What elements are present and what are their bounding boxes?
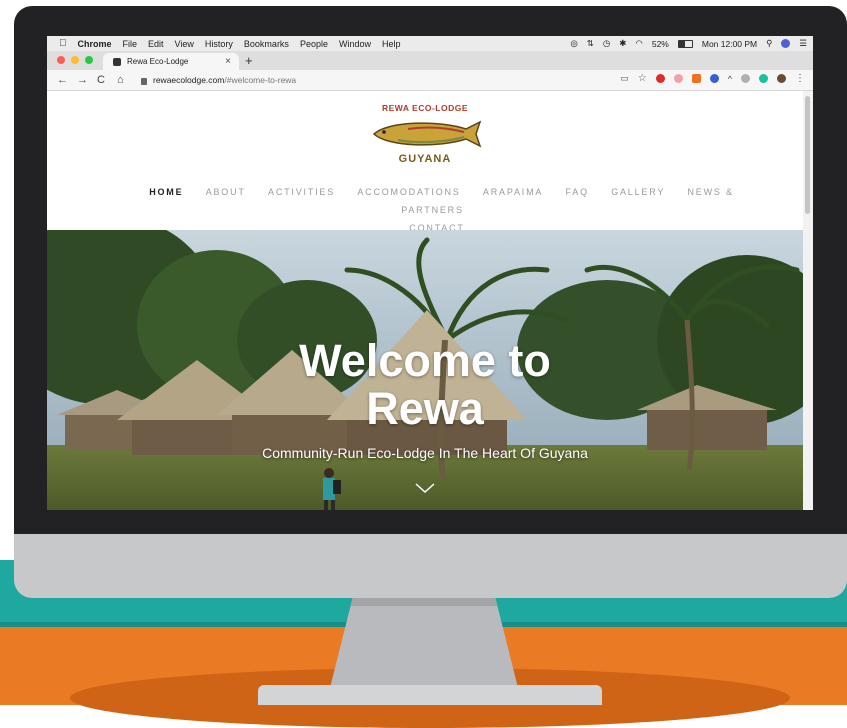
menubar-item-bookmarks[interactable]: Bookmarks [244, 39, 289, 49]
menubar-clock[interactable]: Mon 12:00 PM [702, 39, 757, 49]
time-machine-icon[interactable]: ◷ [603, 38, 610, 49]
menu-kebab-icon[interactable]: ⋮ [795, 73, 805, 84]
gray-extension-icon[interactable] [741, 74, 750, 83]
apple-icon[interactable]:  [59, 38, 67, 49]
battery-percentage: 52% [651, 38, 669, 49]
pinterest-extension-icon[interactable] [655, 74, 665, 83]
monitor-screen:  Chrome File Edit View History Bookmark… [47, 36, 813, 510]
hero-title-line2: Rewa [366, 383, 484, 434]
home-button[interactable]: ⌂ [117, 72, 124, 88]
hero-section: Welcome to Rewa Community-Run Eco-Lodge … [47, 230, 803, 510]
menubar-app-name[interactable]: Chrome [78, 39, 112, 49]
bluetooth-icon[interactable]: ✱ [619, 38, 626, 49]
monitor-stand-shade [350, 598, 498, 606]
blue-extension-icon[interactable] [709, 74, 719, 83]
menubar-item-people[interactable]: People [300, 39, 328, 49]
window-minimize-button[interactable] [71, 56, 79, 64]
nav-item-arapaima[interactable]: ARAPAIMA [483, 187, 543, 197]
hero-subtitle: Community-Run Eco-Lodge In The Heart Of … [262, 445, 588, 461]
dots-extension-icon[interactable] [673, 74, 683, 83]
nav-item-activities[interactable]: ACTIVITIES [268, 187, 335, 197]
nav-item-accomodations[interactable]: ACCOMODATIONS [357, 187, 460, 197]
notification-center-icon[interactable]: ☰ [799, 38, 807, 49]
browser-toolbar: ← → C ⌂ rewaecolodge.com /#welcome-to-re… [47, 70, 813, 91]
logo-bottom-text: GUYANA [398, 153, 452, 165]
cast-icon[interactable]: ▭ [620, 73, 629, 84]
siri-icon[interactable] [781, 39, 791, 48]
url-host: rewaecolodge.com [153, 75, 225, 85]
tab-close-icon[interactable]: × [225, 56, 231, 67]
nav-item-gallery[interactable]: GALLERY [611, 187, 665, 197]
back-button[interactable]: ← [57, 72, 68, 88]
nav-item-about[interactable]: ABOUT [206, 187, 246, 197]
menubar-item-history[interactable]: History [205, 39, 233, 49]
monitor-chin [14, 534, 847, 598]
hero-title-line1: Welcome to [299, 335, 551, 386]
browser-tab-strip: Rewa Eco-Lodge × + [47, 51, 813, 70]
chevron-down-icon[interactable] [414, 482, 436, 494]
window-zoom-button[interactable] [85, 56, 93, 64]
browser-tab-active[interactable]: Rewa Eco-Lodge × [103, 53, 239, 70]
lock-icon[interactable] [141, 77, 147, 85]
menubar-item-edit[interactable]: Edit [148, 39, 164, 49]
monitor-stand-base [258, 685, 602, 705]
web-page: REWA ECO-LODGE GUYANA HOME ABOUT ACTIVIT… [47, 91, 803, 510]
logo-top-text: REWA ECO-LODGE [381, 103, 469, 113]
sync-icon[interactable]: ⇅ [587, 38, 594, 49]
arapaima-fish-icon [372, 120, 482, 148]
screen-record-icon[interactable]: ◎ [570, 38, 577, 49]
tab-favicon-icon [113, 57, 121, 66]
extension-icons: ▭ ☆ ^ ⋮ [620, 73, 805, 84]
menubar-item-view[interactable]: View [175, 39, 194, 49]
spotlight-search-icon[interactable]: ⚲ [766, 38, 772, 49]
menubar-item-help[interactable]: Help [382, 39, 401, 49]
site-logo[interactable]: REWA ECO-LODGE GUYANA [360, 101, 490, 169]
site-navigation: HOME ABOUT ACTIVITIES ACCOMODATIONS ARAP… [117, 183, 757, 237]
reload-button[interactable]: C [97, 72, 105, 88]
forward-button[interactable]: → [77, 72, 88, 88]
tab-title: Rewa Eco-Lodge [127, 57, 189, 66]
url-bar[interactable]: rewaecolodge.com /#welcome-to-rewa [141, 73, 641, 87]
nav-item-faq[interactable]: FAQ [565, 187, 588, 197]
window-close-button[interactable] [57, 56, 65, 64]
page-scrollbar-thumb[interactable] [805, 96, 810, 214]
orange-extension-icon[interactable] [691, 74, 701, 83]
menubar-item-window[interactable]: Window [339, 39, 371, 49]
hero-title: Welcome to Rewa [47, 337, 803, 433]
grammarly-extension-icon[interactable] [759, 74, 768, 83]
new-tab-button[interactable]: + [245, 51, 253, 70]
wifi-icon[interactable]: ◠ [635, 38, 642, 49]
arrow-extension-icon[interactable]: ^ [728, 74, 732, 84]
macos-menubar:  Chrome File Edit View History Bookmark… [47, 36, 813, 51]
bookmark-star-icon[interactable]: ☆ [638, 73, 647, 84]
url-path: /#welcome-to-rewa [224, 75, 297, 85]
monitor-stand-neck [330, 598, 518, 688]
menubar-item-file[interactable]: File [123, 39, 138, 49]
battery-icon[interactable] [677, 39, 693, 48]
nav-item-home[interactable]: HOME [149, 187, 183, 197]
menubar-status-area: ◎ ⇅ ◷ ✱ ◠ 52% Mon 12:00 PM ⚲ ☰ [570, 36, 807, 51]
profile-avatar-icon[interactable] [777, 74, 786, 83]
